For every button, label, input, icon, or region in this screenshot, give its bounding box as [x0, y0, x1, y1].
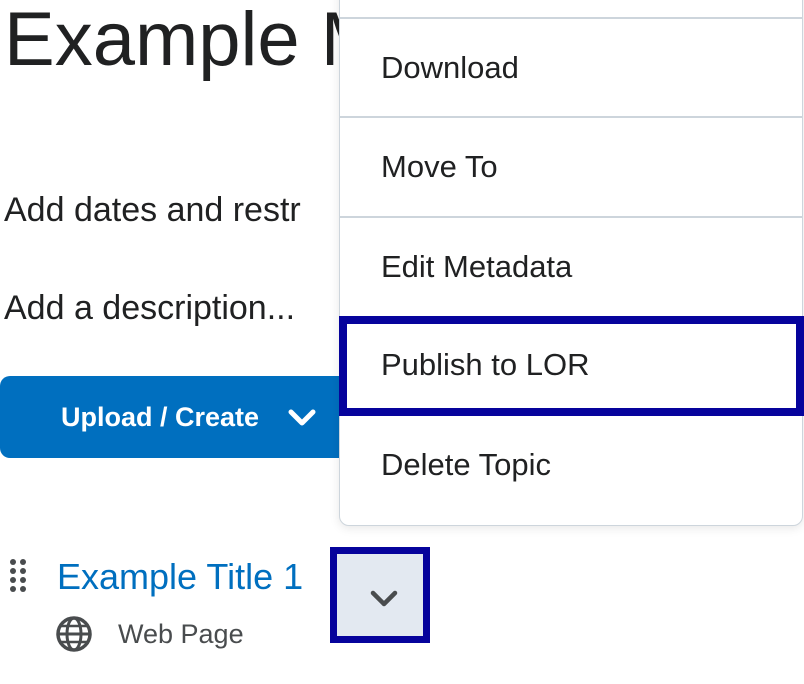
add-dates-link[interactable]: Add dates and restr [4, 190, 301, 230]
menu-item-label: Edit Metadata [381, 249, 573, 284]
topic-title-link[interactable]: Example Title 1 [57, 556, 303, 598]
menu-item-label: Delete Topic [381, 447, 552, 482]
menu-item-label: Publish to LOR [381, 347, 590, 382]
upload-create-label: Upload / Create [61, 402, 260, 432]
menu-item-edit-metadata[interactable]: Edit Metadata [340, 216, 802, 316]
add-description-link[interactable]: Add a description... [4, 288, 295, 328]
chevron-down-icon [288, 409, 316, 426]
menu-item-label: Download [381, 50, 519, 85]
drag-handle-icon[interactable] [9, 558, 27, 592]
menu-item-publish-to-lor[interactable]: Publish to LOR [340, 316, 802, 416]
topic-type-label: Web Page [118, 619, 244, 649]
topic-actions-button[interactable] [330, 547, 430, 643]
menu-item-delete-topic[interactable]: Delete Topic [340, 416, 802, 516]
chevron-down-icon [370, 590, 398, 607]
upload-create-button[interactable]: Upload / Create [0, 376, 360, 458]
topic-actions-menu: Download Move To Edit Metadata Publish t… [339, 0, 803, 526]
globe-icon [56, 616, 92, 652]
menu-item-download[interactable]: Download [340, 17, 802, 117]
menu-item-previous[interactable] [340, 0, 802, 17]
menu-item-move-to[interactable]: Move To [340, 116, 802, 216]
module-title: Example M [4, 0, 385, 82]
menu-item-label: Move To [381, 149, 498, 184]
